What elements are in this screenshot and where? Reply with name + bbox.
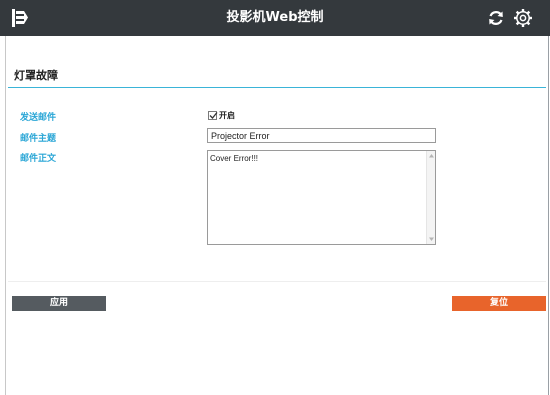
scroll-down-icon[interactable] [428, 236, 435, 242]
scroll-up-icon[interactable] [428, 153, 435, 159]
enable-checkbox-label: 开启 [219, 110, 235, 120]
menu-icon[interactable] [12, 8, 28, 28]
left-edge [0, 36, 6, 395]
checkbox-box[interactable] [208, 110, 218, 120]
email-subject-label: 邮件主题 [20, 134, 57, 144]
app-title: 投影机Web控制 [226, 10, 324, 25]
bottom-divider [8, 281, 546, 282]
gear-icon[interactable] [513, 8, 533, 28]
reset-button[interactable]: 复位 [452, 296, 546, 311]
section-title: 灯罩故障 [14, 69, 58, 82]
email-body-text: Cover Error!!! [210, 154, 259, 163]
section-divider [8, 87, 546, 88]
refresh-icon[interactable] [487, 9, 505, 27]
enable-checkbox[interactable]: 开启 [208, 109, 235, 121]
app-header: 投影机Web控制 [0, 0, 550, 36]
send-email-label: 发送邮件 [20, 113, 57, 123]
scrollbar[interactable] [426, 151, 435, 244]
apply-button[interactable]: 应用 [12, 296, 106, 311]
email-subject-input[interactable] [207, 128, 436, 143]
check-icon [209, 111, 218, 119]
email-body-textarea[interactable]: Cover Error!!! [207, 150, 436, 245]
email-body-label: 邮件正文 [20, 154, 57, 164]
